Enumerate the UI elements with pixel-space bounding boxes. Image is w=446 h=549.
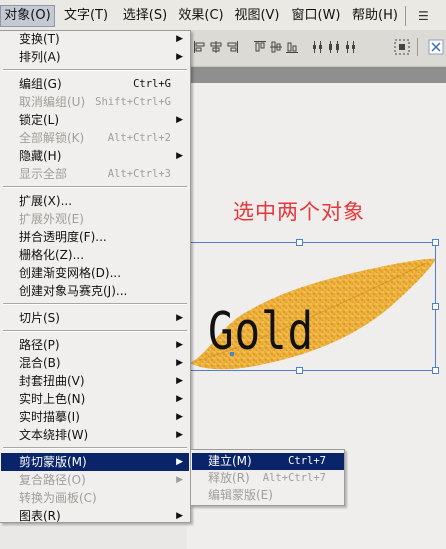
distribute-right-icon[interactable]: [343, 40, 357, 54]
control-toolbar: [187, 30, 446, 67]
menu-item-live-trace[interactable]: 实时描摹(I) ▶: [1, 408, 189, 426]
menu-effect[interactable]: 效果(C): [175, 6, 227, 26]
menu-item-arrange[interactable]: 排列(A) ▶: [1, 48, 189, 66]
menu-item-slice[interactable]: 切片(S) ▶: [1, 309, 189, 327]
menu-item-unlock-all[interactable]: 全部解锁(K) Alt+Ctrl+2: [1, 129, 189, 147]
align-left-icon[interactable]: [193, 40, 207, 54]
triangle-right-icon: ▶: [176, 430, 183, 440]
menu-separator: [3, 69, 187, 71]
triangle-right-icon: ▶: [176, 340, 183, 350]
menu-view[interactable]: 视图(V): [232, 6, 282, 26]
triangle-right-icon: ▶: [176, 115, 183, 125]
triangle-right-icon: ▶: [176, 511, 183, 521]
selection-center-point: [230, 352, 234, 356]
workspace-icon[interactable]: ☰: [418, 9, 440, 23]
align-right-icon[interactable]: [225, 40, 239, 54]
submenu-item-edit-mask[interactable]: 编辑蒙版(E): [192, 487, 344, 504]
triangle-right-icon: ▶: [176, 34, 183, 44]
triangle-right-icon: ▶: [176, 475, 183, 485]
align-to-artboard-icon[interactable]: [427, 38, 445, 56]
distribute-vcenter-icon[interactable]: [269, 40, 283, 54]
menu-item-live-paint[interactable]: 实时上色(N) ▶: [1, 390, 189, 408]
submenu-item-release[interactable]: 释放(R) Alt+Ctrl+7: [192, 470, 344, 487]
menu-window[interactable]: 窗口(W): [290, 6, 342, 26]
menu-item-flatten-transparency[interactable]: 拼合透明度(F)...: [1, 228, 189, 246]
menu-item-lock[interactable]: 锁定(L) ▶: [1, 111, 189, 129]
menu-item-envelope-distort[interactable]: 封套扭曲(V) ▶: [1, 372, 189, 390]
triangle-right-icon: ▶: [176, 457, 183, 467]
menu-item-transform[interactable]: 变换(T) ▶: [1, 30, 189, 48]
triangle-right-icon: ▶: [176, 313, 183, 323]
menu-item-text-wrap[interactable]: 文本绕排(W) ▶: [1, 426, 189, 444]
menu-item-hide[interactable]: 隐藏(H) ▶: [1, 147, 189, 165]
distribute-top-icon[interactable]: [253, 40, 267, 54]
distribute-left-icon[interactable]: [311, 40, 325, 54]
menu-object[interactable]: 对象(O): [0, 5, 55, 27]
menu-item-graph[interactable]: 图表(R) ▶: [1, 507, 189, 525]
menu-item-group[interactable]: 编组(G) Ctrl+G: [1, 75, 189, 93]
clipping-mask-submenu: 建立(M) Ctrl+7 释放(R) Alt+Ctrl+7 编辑蒙版(E): [190, 449, 345, 506]
align-to-selection-icon[interactable]: [393, 38, 411, 56]
selection-bottom-edge: [190, 370, 436, 371]
menu-select[interactable]: 选择(S): [119, 6, 171, 26]
gold-text[interactable]: Gold: [208, 300, 314, 364]
menu-item-ungroup[interactable]: 取消编组(U) Shift+Ctrl+G: [1, 93, 189, 111]
triangle-right-icon: ▶: [176, 52, 183, 62]
menu-help[interactable]: 帮助(H): [350, 6, 400, 26]
menu-separator: [3, 303, 187, 305]
selection-top-edge: [190, 242, 436, 243]
align-center-icon[interactable]: [209, 40, 223, 54]
document-tab-strip: [187, 67, 446, 83]
triangle-right-icon: ▶: [176, 394, 183, 404]
triangle-right-icon: ▶: [176, 412, 183, 422]
menu-item-expand[interactable]: 扩展(X)...: [1, 192, 189, 210]
menu-item-create-object-mosaic[interactable]: 创建对象马赛克(J)...: [1, 282, 189, 300]
toolbar-divider: [417, 38, 418, 56]
menu-item-rasterize[interactable]: 栅格化(Z)...: [1, 246, 189, 264]
menubar-separator: [405, 6, 406, 26]
menu-item-blend[interactable]: 混合(B) ▶: [1, 354, 189, 372]
menu-item-convert-to-artboards[interactable]: 转换为画板(C): [1, 489, 189, 507]
menu-item-path[interactable]: 路径(P) ▶: [1, 336, 189, 354]
canvas-caption: 选中两个对象: [233, 200, 365, 224]
selection-handle-top-right[interactable]: [432, 239, 439, 246]
menu-item-expand-appearance[interactable]: 扩展外观(E): [1, 210, 189, 228]
submenu-item-make[interactable]: 建立(M) Ctrl+7: [192, 453, 344, 470]
object-menu: 变换(T) ▶ 排列(A) ▶ 编组(G) Ctrl+G 取消编组(U) Shift+C…: [0, 30, 191, 523]
distribute-bottom-icon[interactable]: [285, 40, 299, 54]
selection-handle-top-mid[interactable]: [296, 239, 303, 246]
triangle-right-icon: ▶: [176, 151, 183, 161]
triangle-right-icon: ▶: [176, 358, 183, 368]
menu-item-create-gradient-mesh[interactable]: 创建渐变网格(D)...: [1, 264, 189, 282]
menu-item-compound-path[interactable]: 复合路径(O) ▶: [1, 471, 189, 489]
triangle-right-icon: ▶: [176, 376, 183, 386]
selection-handle-bottom-right[interactable]: [432, 367, 439, 374]
menu-item-clipping-mask[interactable]: 剪切蒙版(M) ▶: [1, 453, 189, 471]
selection-handle-bottom-mid[interactable]: [296, 367, 303, 374]
menu-type[interactable]: 文字(T): [61, 6, 111, 26]
menu-separator: [3, 330, 187, 332]
distribute-hcenter-icon[interactable]: [327, 40, 341, 54]
selection-handle-mid-right[interactable]: [432, 303, 439, 310]
menu-separator: [3, 186, 187, 188]
menubar: 对象(O) 文字(T) 选择(S) 效果(C) 视图(V) 窗口(W) 帮助(H…: [0, 0, 446, 31]
menu-separator: [3, 447, 187, 449]
menu-item-show-all[interactable]: 显示全部 Alt+Ctrl+3: [1, 165, 189, 183]
